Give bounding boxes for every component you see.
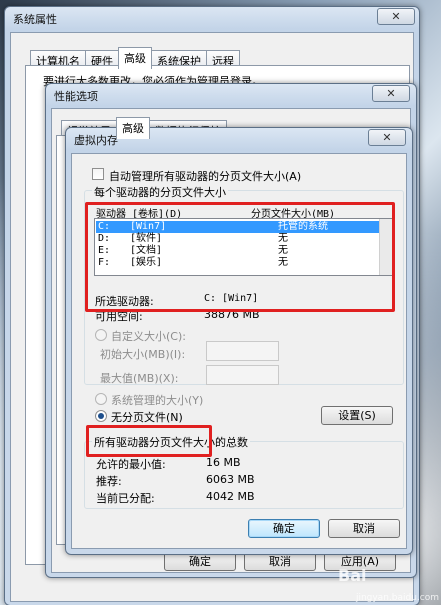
min-allowed-value: 16 MB [206,456,241,469]
ok-button[interactable]: 确定 [248,519,320,538]
max-size-label: 最大值(MB)(X): [100,372,179,385]
tab-advanced[interactable]: 高级 [118,47,152,69]
watermark-logo: Bai jingyan.baidu.com [338,566,441,605]
tab-advanced[interactable]: 高级 [116,117,150,139]
recommended-value: 6063 MB [206,473,255,486]
drive-label: [文档] [130,245,163,256]
drive-label: [娱乐] [130,257,163,268]
window-title: 系统属性 [13,13,57,26]
drive-list[interactable]: C: [Win7] 托管的系统 D: [软件] 无 E: [文档] 无 F: [娱乐] 无 [94,218,394,276]
current-allocated-value: 4042 MB [206,490,255,503]
cancel-button[interactable]: 取消 [328,519,400,538]
drive-label: [软件] [130,233,163,244]
drive-row[interactable]: E: [文档] 无 [96,245,392,257]
drive-letter: E: [98,245,111,256]
drive-row[interactable]: F: [娱乐] 无 [96,257,392,269]
close-button[interactable]: ✕ [368,129,406,146]
per-drive-group-title: 每个驱动器的分页文件大小 [92,184,228,200]
drive-row[interactable]: D: [软件] 无 [96,233,392,245]
drive-letter: C: [98,221,111,232]
auto-manage-label[interactable]: 自动管理所有驱动器的分页文件大小(A) [109,168,301,184]
selected-drive-label: 所选驱动器: [95,295,154,308]
custom-size-label[interactable]: 自定义大小(C): [111,328,186,344]
total-group-title: 所有驱动器分页文件大小的总数 [92,434,250,450]
custom-size-radio[interactable] [95,329,107,341]
close-button[interactable]: ✕ [377,8,415,25]
available-space-value: 38876 MB [204,308,260,321]
dialog-title: 虚拟内存 [74,134,118,147]
max-size-input[interactable] [206,365,279,385]
auto-manage-checkbox[interactable] [92,168,104,180]
initial-size-label: 初始大小(MB)(I): [100,348,186,361]
drive-paging-size: 托管的系统 [278,221,328,232]
set-button[interactable]: 设置(S) [321,406,393,425]
window-title: 性能选项 [54,90,98,103]
virtual-memory-dialog: 虚拟内存 ✕ 自动管理所有驱动器的分页文件大小(A) 每个驱动器的分页文件大小 … [65,127,413,555]
drive-paging-size: 无 [278,257,288,268]
watermark-brand: Bai [338,566,367,585]
current-allocated-label: 当前已分配: [96,492,155,505]
no-paging-radio[interactable] [95,410,107,422]
available-space-label: 可用空间: [95,310,143,323]
recommended-label: 推荐: [96,475,122,488]
initial-size-input[interactable] [206,341,279,361]
no-paging-label[interactable]: 无分页文件(N) [111,409,183,425]
list-scrollbar[interactable] [379,219,393,275]
drive-label: [Win7] [130,221,167,232]
system-managed-label[interactable]: 系统管理的大小(Y) [111,392,203,408]
min-allowed-label: 允许的最小值: [96,458,166,471]
drive-row[interactable]: C: [Win7] 托管的系统 [96,221,392,233]
system-managed-radio[interactable] [95,393,107,405]
drive-paging-size: 无 [278,233,288,244]
close-button[interactable]: ✕ [372,85,410,102]
selected-drive-value: C: [Win7] [204,293,259,304]
watermark-site: jingyan.baidu.com [355,593,439,603]
drive-letter: F: [98,257,111,268]
drive-paging-size: 无 [278,245,288,256]
drive-letter: D: [98,233,111,244]
